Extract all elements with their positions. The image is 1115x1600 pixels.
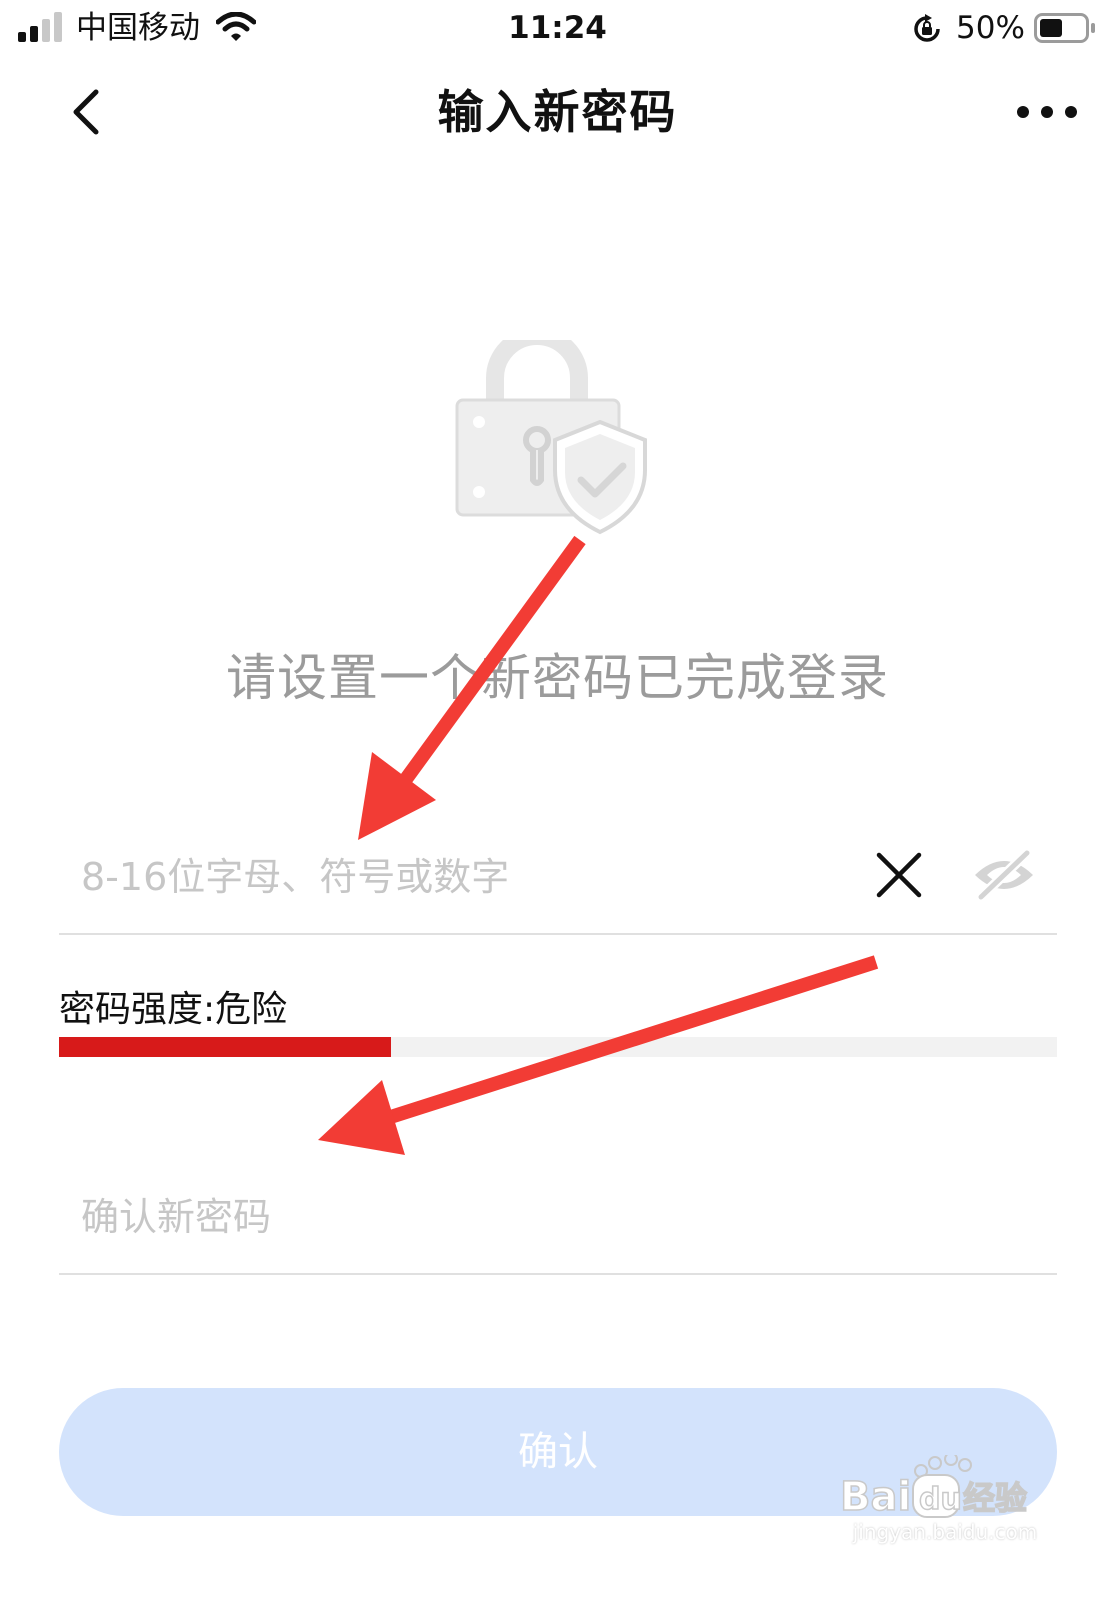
rotation-lock-icon [914, 14, 940, 42]
confirm-underline [59, 1273, 1057, 1275]
svg-text:du: du [919, 1482, 962, 1517]
padlock-shield-check-icon [455, 340, 647, 535]
svg-text:经验: 经验 [963, 1479, 1027, 1517]
password-strength-fill [59, 1037, 392, 1057]
confirm-password-input[interactable] [79, 1183, 983, 1251]
close-icon[interactable] [869, 845, 929, 905]
watermark-url: jingyan.baidu.com [852, 1520, 1038, 1544]
more-button[interactable] [1012, 94, 1082, 130]
page-title: 输入新密码 [437, 85, 678, 139]
confirm-password-field [59, 1175, 1057, 1275]
password-underline [59, 933, 1057, 935]
new-password-field [59, 835, 1057, 935]
annotation-arrows [318, 535, 879, 1155]
battery-icon [1034, 13, 1095, 43]
password-strength-label: 密码强度:危险 [59, 989, 288, 1030]
instruction-text: 请设置一个新密码已完成登录 [226, 649, 889, 707]
svg-text:Bai: Bai [840, 1474, 911, 1520]
battery-percent: 50% [956, 10, 1025, 46]
clock: 11:24 [508, 10, 607, 46]
annotation-arrow [318, 955, 879, 1155]
eye-off-icon[interactable] [969, 845, 1039, 905]
status-bar: 中国移动 11:24 50% [0, 0, 1115, 60]
new-password-input[interactable] [79, 843, 803, 911]
password-strength-bar [59, 1037, 1057, 1057]
